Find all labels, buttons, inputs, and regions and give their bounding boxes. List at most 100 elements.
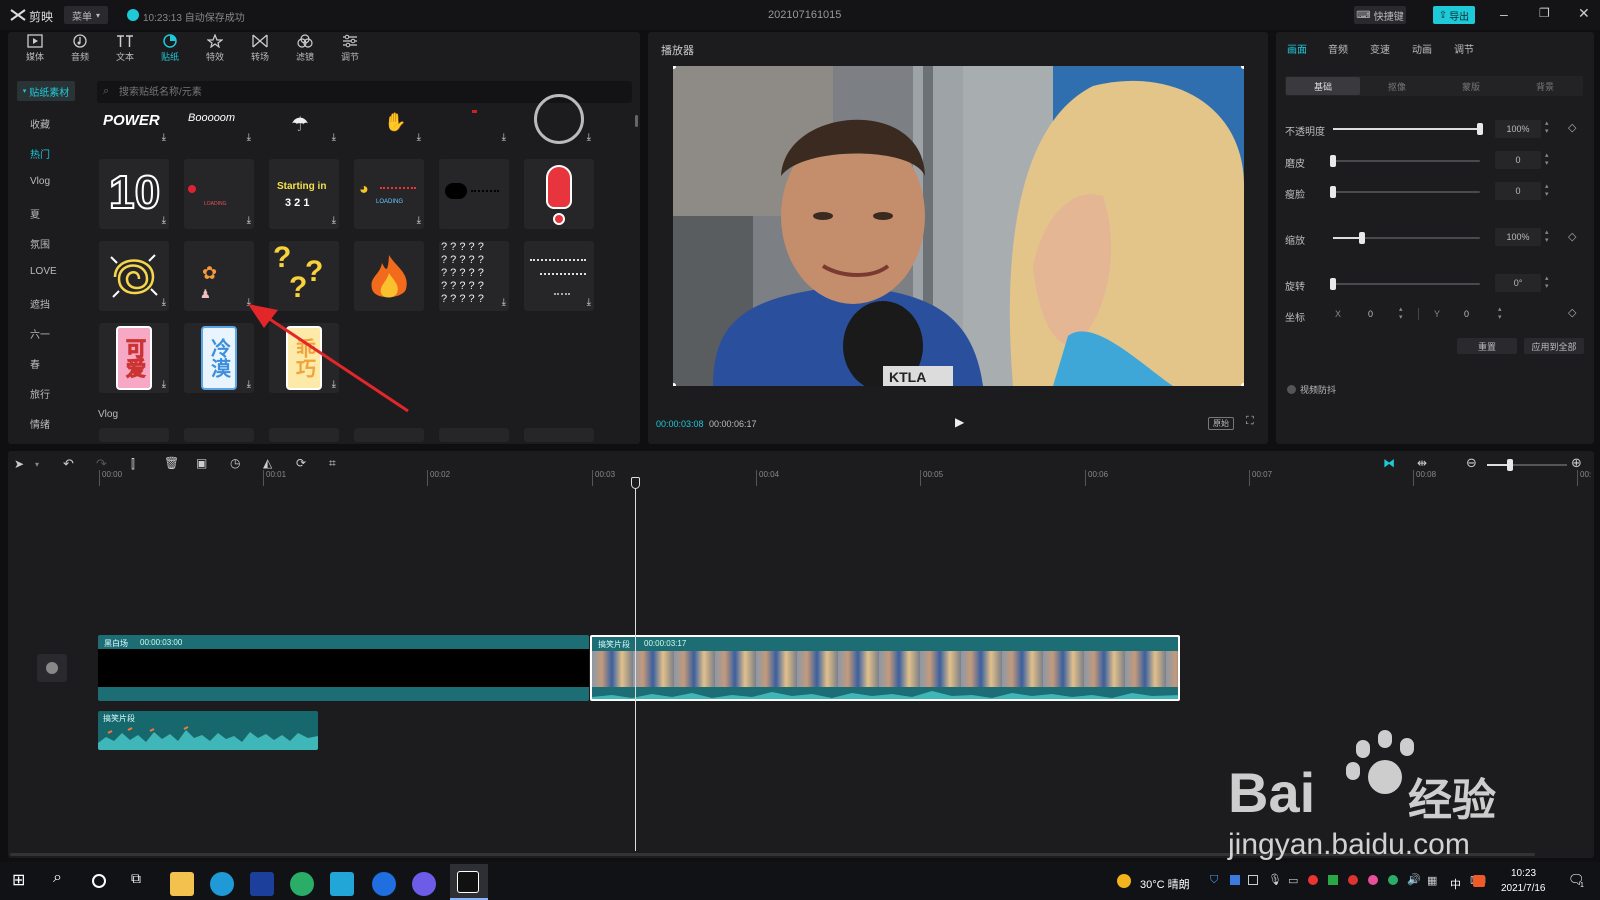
smooth-stepper-icon[interactable]: ▴ ▾ — [1545, 152, 1549, 168]
sticker-scrollbar[interactable] — [635, 115, 638, 127]
subtab-keying[interactable]: 抠像 — [1360, 77, 1434, 95]
subtab-mask[interactable]: 蒙版 — [1434, 77, 1508, 95]
scale-knob[interactable] — [1359, 232, 1365, 244]
track-mute-button[interactable] — [37, 654, 67, 682]
thin-knob[interactable] — [1330, 186, 1336, 198]
sticker-boom[interactable]: Booooom ⤓ — [184, 108, 254, 146]
sticker-red-dot[interactable]: ⤓ — [439, 108, 509, 146]
toolbar-audio[interactable]: 音频 — [60, 34, 100, 63]
smooth-value[interactable]: 0 — [1495, 151, 1541, 169]
download-icon[interactable]: ⤓ — [587, 133, 591, 143]
download-icon[interactable]: ⤓ — [247, 133, 251, 143]
toolbar-transition[interactable]: 转场 — [240, 34, 280, 63]
display-icon[interactable]: ▭ — [1288, 874, 1298, 887]
chevron-down-icon[interactable]: ▾ — [35, 460, 39, 469]
tray-icon[interactable] — [1230, 875, 1240, 885]
smooth-knob[interactable] — [1330, 155, 1336, 167]
sticker-power[interactable]: POWER ⤓ — [99, 108, 169, 146]
download-icon[interactable]: ⤓ — [417, 216, 421, 226]
sticker-source-button[interactable]: ▾ 贴纸素材 — [17, 81, 75, 101]
toolbar-adjust[interactable]: 调节 — [330, 34, 370, 63]
tab-audio[interactable]: 音频 — [1328, 41, 1348, 56]
crop-handle-bl[interactable] — [673, 383, 676, 386]
select-cursor-icon[interactable]: ➤ — [14, 457, 24, 471]
sticker-starting[interactable]: Starting in 3 2 1 ⤓ — [269, 159, 339, 229]
scale-stepper-icon[interactable]: ▴ ▾ — [1545, 229, 1549, 245]
reverse-icon[interactable]: ◷ — [230, 456, 240, 470]
sticker-placeholder[interactable] — [439, 428, 509, 442]
crop-icon[interactable]: ⌗ — [329, 456, 336, 471]
split-icon[interactable]: ⫿ — [131, 457, 135, 472]
rotate-value[interactable]: 0° — [1495, 274, 1541, 292]
undo-icon[interactable]: ↶ — [63, 456, 74, 472]
category-summer[interactable]: 夏 — [30, 206, 40, 221]
wechat-icon[interactable] — [290, 872, 314, 896]
keyframe-diamond-icon[interactable]: ◇ — [1568, 230, 1576, 243]
scale-value[interactable]: 100% — [1495, 228, 1541, 246]
toolbar-sticker[interactable]: 贴纸 — [150, 34, 190, 63]
apply-all-button[interactable]: 应用到全部 — [1524, 338, 1584, 354]
sticker-ten[interactable]: 10 ⤓ — [99, 159, 169, 229]
sticker-dial[interactable]: ⤓ — [524, 94, 594, 146]
toolbar-effects[interactable]: 特效 — [195, 34, 235, 63]
sticker-scribble[interactable]: ⤓ — [99, 241, 169, 311]
thin-stepper-icon[interactable]: ▴ ▾ — [1545, 183, 1549, 199]
download-icon[interactable]: ⤓ — [162, 216, 166, 226]
link-icon[interactable]: ⇹ — [1417, 456, 1427, 470]
smooth-slider[interactable] — [1333, 160, 1480, 162]
category-emotion[interactable]: 情绪 — [30, 416, 50, 431]
crop-handle-tr[interactable] — [1241, 66, 1244, 69]
close-icon[interactable]: ✕ — [1578, 5, 1590, 22]
opacity-stepper-icon[interactable]: ▴ ▾ — [1545, 120, 1549, 136]
fullscreen-icon[interactable]: ⛶ — [1246, 415, 1254, 428]
tray-icon[interactable] — [1248, 875, 1258, 885]
task-view-icon[interactable]: ⧉ — [131, 870, 141, 887]
cortana-icon[interactable] — [92, 874, 106, 888]
ratio-button[interactable]: 原始 — [1208, 417, 1234, 430]
sticker-placeholder[interactable] — [99, 428, 169, 442]
download-icon[interactable]: ⤓ — [417, 133, 421, 143]
download-icon[interactable]: ⤓ — [587, 298, 591, 308]
app-icon[interactable] — [372, 872, 396, 896]
weather-icon[interactable] — [1117, 874, 1131, 888]
thin-value[interactable]: 0 — [1495, 182, 1541, 200]
download-icon[interactable]: ⤓ — [162, 298, 166, 308]
sticker-ufo[interactable]: ☂ ⤓ — [269, 108, 339, 146]
minimize-icon[interactable]: – — [1500, 6, 1508, 22]
y-stepper-icon[interactable]: ▴ ▾ — [1498, 306, 1502, 322]
tray-icon[interactable] — [1368, 875, 1378, 885]
sticker-placeholder[interactable] — [184, 428, 254, 442]
freeze-icon[interactable]: ▣ — [196, 456, 207, 470]
keyframe-diamond-icon[interactable]: ◇ — [1568, 121, 1576, 134]
app-icon[interactable] — [330, 872, 354, 896]
clip-audio[interactable]: 搞笑片段 — [98, 711, 318, 750]
rotate-knob[interactable] — [1330, 278, 1336, 290]
export-button[interactable]: ⇪ 导出 — [1433, 6, 1475, 24]
search-icon[interactable]: ⌕ — [53, 869, 62, 887]
subtab-background[interactable]: 背景 — [1508, 77, 1582, 95]
restore-icon[interactable]: ❐ — [1539, 6, 1550, 20]
volume-icon[interactable]: 🔊 — [1407, 873, 1421, 886]
toolbar-filter[interactable]: 滤镜 — [285, 34, 325, 63]
tab-speed[interactable]: 变速 — [1370, 41, 1390, 56]
category-atmosphere[interactable]: 氛围 — [30, 236, 50, 251]
app-icon[interactable] — [250, 872, 274, 896]
playhead-handle[interactable] — [631, 477, 640, 489]
rotate-slider[interactable] — [1333, 283, 1480, 285]
sticker-placeholder[interactable] — [524, 428, 594, 442]
tab-animation[interactable]: 动画 — [1412, 41, 1432, 56]
download-icon[interactable]: ⤓ — [162, 133, 166, 143]
microphone-icon[interactable]: 🎙 — [1268, 873, 1282, 886]
windows-start-icon[interactable]: ⊞ — [12, 870, 25, 890]
app-icon[interactable] — [412, 872, 436, 896]
toolbar-text[interactable]: 文本 — [105, 34, 145, 63]
weather-text[interactable]: 30°C 晴朗 — [1140, 876, 1190, 892]
shield-icon[interactable]: ⛉ — [1210, 874, 1218, 887]
reset-button[interactable]: 重置 — [1457, 338, 1517, 354]
stabilize-checkbox[interactable] — [1287, 385, 1296, 394]
crop-handle-br[interactable] — [1241, 383, 1244, 386]
edge-icon[interactable] — [210, 872, 234, 896]
shortcut-button[interactable]: ⌨ 快捷键 — [1354, 6, 1406, 24]
subtab-basic[interactable]: 基础 — [1286, 77, 1360, 95]
category-love[interactable]: LOVE — [30, 266, 57, 277]
